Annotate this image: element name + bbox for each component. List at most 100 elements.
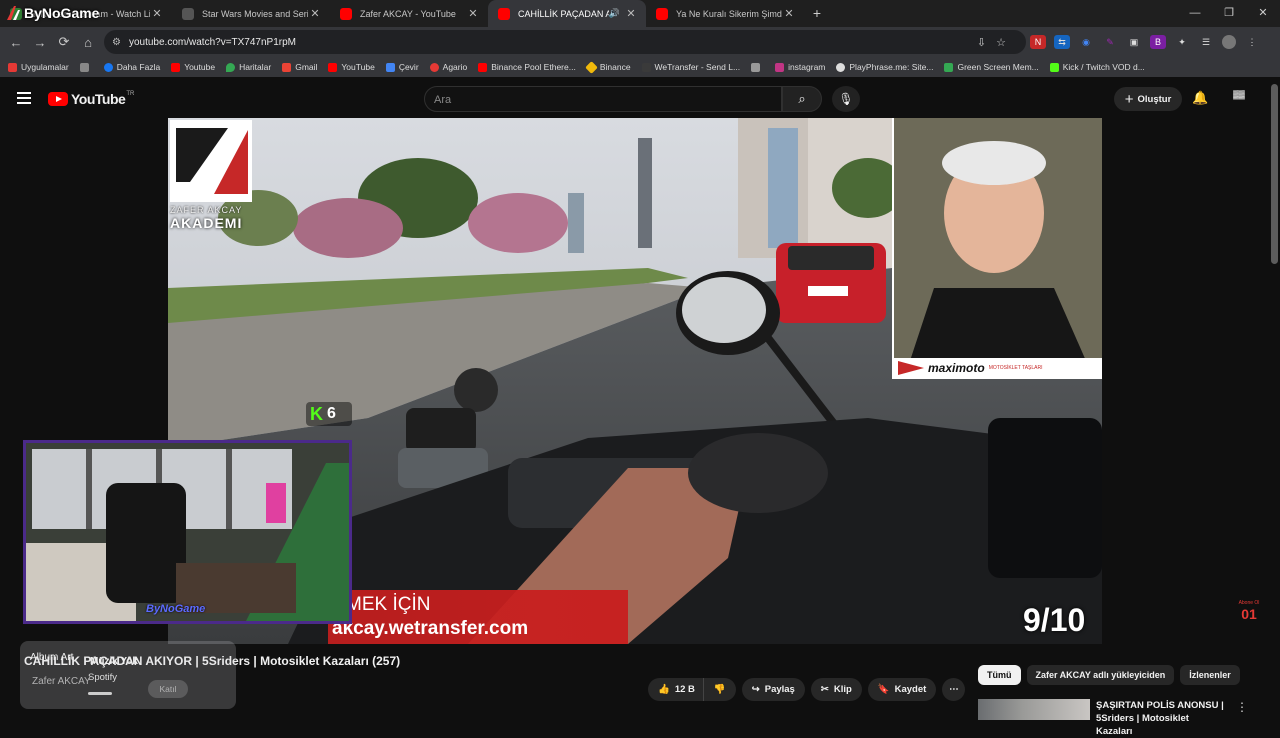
presenter-inset: maximoto MOTOSİKLET TAŞLARI bbox=[892, 118, 1102, 379]
facebook-icon bbox=[103, 62, 113, 72]
microphone-icon: 🎙 bbox=[838, 92, 854, 106]
bookmark-item[interactable]: YouTube bbox=[328, 62, 375, 72]
like-button[interactable]: 👍 12 B bbox=[648, 678, 703, 701]
album-art-label: Album Art bbox=[30, 652, 74, 663]
thumbs-down-icon: 👎 bbox=[713, 684, 726, 695]
bookmark-item[interactable]: Haritalar bbox=[226, 62, 271, 72]
extension-icon[interactable]: ✎ bbox=[1102, 35, 1118, 49]
new-tab-button[interactable]: + bbox=[804, 0, 830, 27]
close-tab-icon[interactable]: ✕ bbox=[782, 7, 796, 20]
album-art: Album Art bbox=[30, 651, 84, 699]
bookmark-star-icon[interactable]: ☆ bbox=[996, 37, 1016, 49]
dislike-button[interactable]: 👎 bbox=[702, 678, 736, 701]
kick-icon bbox=[1049, 62, 1059, 72]
bookmark-item[interactable]: Binance bbox=[584, 60, 631, 74]
forward-icon[interactable]: → bbox=[28, 35, 52, 50]
music-source: Spotify bbox=[88, 672, 118, 683]
browser-menu-icon[interactable]: ⋮ bbox=[1244, 35, 1260, 49]
create-button[interactable]: + Oluştur bbox=[1114, 87, 1182, 111]
minimize-icon[interactable]: — bbox=[1178, 0, 1212, 27]
bookmark-item[interactable]: Daha Fazla bbox=[103, 62, 160, 72]
bookmark-item[interactable] bbox=[79, 62, 93, 72]
search-button[interactable]: ⌕ bbox=[782, 86, 822, 112]
recommended-video-title[interactable]: ŞAŞIRTAN POLİS ANONSU | 5Sriders | Motos… bbox=[1096, 699, 1226, 738]
reload-icon[interactable]: ⟳ bbox=[52, 34, 76, 50]
hamburger-menu-icon[interactable] bbox=[17, 92, 31, 104]
puzzle-icon[interactable]: ✦ bbox=[1174, 35, 1190, 49]
bookmark-item[interactable]: Binance Pool Ethere... bbox=[478, 62, 576, 72]
notifications-bell-icon[interactable]: 🔔 bbox=[1192, 90, 1208, 106]
back-icon[interactable]: ← bbox=[4, 35, 28, 50]
video-actions: 👍 12 B 👎 ↪ Paylaş ✂ Klip 🔖 Kaydet ⋯ bbox=[648, 678, 966, 701]
youtube-header: YouTube TR Ara ⌕ 🎙 + Oluştur 🔔 ▓▓ bbox=[0, 80, 1280, 118]
more-actions-button[interactable]: ⋯ bbox=[942, 678, 966, 701]
bookmark-item[interactable]: Agario bbox=[429, 62, 467, 72]
bookmark-label: Youtube bbox=[184, 62, 216, 72]
bookmark-item[interactable]: Youtube bbox=[171, 62, 215, 72]
page-scrollbar[interactable] bbox=[1271, 84, 1278, 264]
extension-icon[interactable]: ▣ bbox=[1126, 35, 1142, 49]
close-tab-icon[interactable]: ✕ bbox=[466, 7, 480, 20]
instagram-icon bbox=[775, 62, 785, 72]
save-button[interactable]: 🔖 Kaydet bbox=[867, 678, 937, 701]
browser-tab[interactable]: Ya Ne Kuralı Sikerim Şimdi Kura ✕ bbox=[646, 0, 804, 27]
bookmark-item[interactable]: PlayPhrase.me: Site... bbox=[836, 62, 933, 72]
close-tab-icon[interactable]: ✕ bbox=[624, 7, 638, 20]
recommended-video-thumbnail[interactable] bbox=[978, 699, 1090, 720]
browser-tab[interactable]: Star Wars Movies and Series Vi ✕ bbox=[172, 0, 330, 27]
chip-watched[interactable]: İzlenenler bbox=[1180, 665, 1240, 685]
extension-icon[interactable]: ⇆ bbox=[1054, 35, 1070, 49]
search-input[interactable]: Ara bbox=[424, 86, 782, 112]
speaker-icon[interactable]: 🔊 bbox=[609, 8, 620, 19]
close-window-icon[interactable]: ✕ bbox=[1246, 0, 1280, 27]
k-badge-count: 6 bbox=[327, 405, 336, 422]
like-count: 12 B bbox=[674, 684, 695, 695]
youtube-icon bbox=[171, 62, 181, 72]
avatar[interactable]: ▓▓ bbox=[1229, 90, 1249, 106]
extension-icon[interactable]: N bbox=[1030, 35, 1046, 49]
more-horizontal-icon: ⋯ bbox=[949, 684, 959, 695]
profile-icon[interactable] bbox=[1222, 35, 1236, 49]
chip-from-uploader[interactable]: Zafer AKCAY adlı yükleyiciden bbox=[1026, 665, 1175, 685]
bookmark-item[interactable]: Uygulamalar bbox=[8, 62, 69, 72]
bookmark-icon: 🔖 bbox=[877, 684, 890, 695]
k-letter-icon: K bbox=[310, 403, 323, 424]
recommended-more-icon[interactable]: ⋮ bbox=[1236, 700, 1248, 714]
browser-tab[interactable]: Zafer AKCAY - YouTube ✕ bbox=[330, 0, 488, 27]
youtube-icon bbox=[328, 62, 338, 72]
bookmark-item[interactable]: instagram bbox=[775, 62, 825, 72]
extension-icon[interactable]: B bbox=[1150, 35, 1166, 49]
close-tab-icon[interactable]: ✕ bbox=[308, 7, 322, 20]
bookmark-label: Binance Pool Ethere... bbox=[491, 62, 576, 72]
home-icon[interactable]: ⌂ bbox=[76, 35, 100, 50]
youtube-country-code: TR bbox=[126, 91, 135, 97]
share-button[interactable]: ↪ Paylaş bbox=[741, 678, 805, 701]
bookmark-item[interactable]: Green Screen Mem... bbox=[944, 62, 1039, 72]
site-settings-icon[interactable]: ⚙ bbox=[112, 37, 121, 48]
restore-icon[interactable]: ❐ bbox=[1212, 0, 1246, 27]
bookmark-item[interactable] bbox=[751, 62, 764, 72]
share-label: Paylaş bbox=[764, 684, 795, 695]
bookmark-item[interactable]: Gmail bbox=[282, 62, 317, 72]
clip-button[interactable]: ✂ Klip bbox=[810, 678, 862, 701]
maps-icon bbox=[226, 62, 236, 72]
bookmark-label: Kick / Twitch VOD d... bbox=[1062, 62, 1145, 72]
bookmark-item[interactable]: Çevir bbox=[385, 62, 419, 72]
youtube-favicon-icon bbox=[340, 7, 352, 20]
browser-tab-active[interactable]: CAHİLLİK PAÇADAN AKIYOR 🔊 ✕ bbox=[488, 0, 646, 27]
bookmark-item[interactable]: WeTransfer - Send L... bbox=[641, 62, 741, 72]
tab-title: Zafer AKCAY - YouTube bbox=[360, 8, 456, 19]
voice-search-button[interactable]: 🎙 bbox=[832, 86, 860, 112]
bookmark-label: WeTransfer - Send L... bbox=[654, 62, 741, 72]
apps-grid-icon bbox=[8, 62, 17, 72]
extension-icon[interactable]: ◉ bbox=[1078, 35, 1094, 49]
channel-brand-logo: ZAFER AKCAY AKADEMI bbox=[170, 120, 252, 232]
install-icon[interactable]: ⇩ bbox=[977, 37, 996, 49]
reading-list-icon[interactable]: ☰ bbox=[1198, 35, 1214, 49]
close-tab-icon[interactable]: ✕ bbox=[150, 7, 164, 20]
address-bar[interactable]: ⚙ youtube.com/watch?v=TX747nP1rpM ⇩☆ bbox=[104, 30, 1026, 54]
bookmark-label: YouTube bbox=[341, 62, 375, 72]
chip-all[interactable]: Tümü bbox=[978, 665, 1021, 685]
youtube-logo[interactable]: YouTube TR bbox=[48, 91, 134, 107]
bookmark-item[interactable]: Kick / Twitch VOD d... bbox=[1049, 62, 1145, 72]
